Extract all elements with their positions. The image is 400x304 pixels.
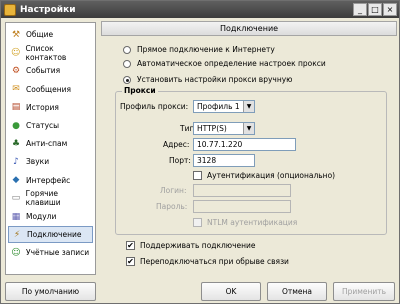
events-icon: ⚙ bbox=[11, 65, 21, 76]
accounts-icon: ☺ bbox=[11, 247, 21, 258]
sidebar-item-sound[interactable]: ♪ Звуки bbox=[8, 153, 93, 170]
connection-icon: ⚡ bbox=[13, 229, 21, 240]
sidebar-item-hotkeys[interactable]: ▭ Горячие клавиши bbox=[8, 189, 93, 208]
sidebar-item-messages[interactable]: ✉ Сообщения bbox=[8, 81, 93, 98]
ntlm-checkbox[interactable] bbox=[193, 218, 202, 227]
ok-button[interactable]: OK bbox=[201, 282, 261, 301]
settings-sidebar: ⚒ Общие ☺ Список контактов ⚙ События ✉ Сообщени… bbox=[5, 22, 96, 275]
sidebar-item-label: Модули bbox=[26, 212, 57, 221]
login-label: Логин: bbox=[160, 186, 187, 195]
auth-label: Аутентификация (опционально) bbox=[207, 171, 336, 180]
minimize-button[interactable]: _ bbox=[353, 3, 367, 16]
sidebar-item-label: Статусы bbox=[26, 121, 60, 130]
modules-icon: ▦ bbox=[11, 211, 21, 222]
sidebar-item-label: История bbox=[26, 102, 59, 112]
direct-connection-radio[interactable] bbox=[123, 45, 131, 54]
sidebar-item-label: Учётные записи bbox=[26, 248, 90, 258]
title-bar[interactable]: Настройки _ □ × bbox=[1, 1, 399, 18]
login-input[interactable] bbox=[193, 184, 291, 197]
defaults-button[interactable]: По умолчанию bbox=[5, 282, 96, 301]
sidebar-item-label: Сообщения bbox=[26, 84, 72, 94]
page-title: Подключение bbox=[101, 21, 397, 36]
window-controls: _ □ × bbox=[353, 3, 397, 16]
auto-proxy-radio[interactable] bbox=[123, 59, 131, 68]
auto-proxy-label: Автоматическое определение настроек прок… bbox=[137, 59, 326, 68]
app-icon bbox=[4, 3, 16, 16]
apply-button[interactable]: Применить bbox=[333, 282, 395, 301]
sound-icon: ♪ bbox=[13, 156, 19, 167]
reconnect-label: Переподключаться при обрыве связи bbox=[140, 257, 289, 266]
cancel-button[interactable]: Отмена bbox=[267, 282, 327, 301]
sidebar-item-history[interactable]: ▤ История bbox=[8, 99, 93, 116]
direct-connection-label: Прямое подключение к Интернету bbox=[137, 45, 275, 54]
manual-proxy-label: Установить настройки прокси вручную bbox=[137, 75, 293, 84]
manual-proxy-radio[interactable] bbox=[123, 75, 131, 84]
sidebar-item-label: Звуки bbox=[26, 157, 50, 167]
sidebar-item-contacts[interactable]: ☺ Список контактов bbox=[8, 43, 93, 62]
keep-alive-label: Поддерживать подключение bbox=[140, 241, 256, 250]
sidebar-item-events[interactable]: ⚙ События bbox=[8, 62, 93, 79]
interface-icon: ◆ bbox=[12, 175, 20, 186]
history-icon: ▤ bbox=[11, 102, 21, 113]
address-input[interactable]: 10.77.1.220 bbox=[193, 138, 296, 151]
chevron-down-icon[interactable]: ▼ bbox=[243, 101, 254, 112]
sidebar-item-connection[interactable]: ⚡ Подключение bbox=[8, 226, 93, 244]
sidebar-item-label: Общие bbox=[26, 30, 54, 39]
proxy-profile-label: Профиль прокси: bbox=[120, 102, 189, 111]
settings-window: Настройки _ □ × ⚒ Общие ☺ Список контактов ⚙… bbox=[0, 0, 400, 304]
auth-checkbox[interactable] bbox=[193, 171, 202, 180]
reconnect-option[interactable]: ✔ Переподключаться при обрыве связи bbox=[126, 257, 289, 266]
sidebar-item-modules[interactable]: ▦ Модули bbox=[8, 208, 93, 225]
keep-alive-option[interactable]: ✔ Поддерживать подключение bbox=[126, 241, 256, 250]
contacts-icon: ☺ bbox=[11, 47, 21, 58]
reconnect-checkbox[interactable]: ✔ bbox=[126, 257, 135, 266]
proxy-type-select[interactable]: HTTP(S) ▼ bbox=[193, 122, 255, 135]
keep-alive-checkbox[interactable]: ✔ bbox=[126, 241, 135, 250]
proxy-group-label: Прокси bbox=[122, 86, 158, 95]
proxy-type-value: HTTP(S) bbox=[197, 124, 227, 133]
antispam-icon: ♣ bbox=[11, 138, 21, 149]
port-label: Порт: bbox=[169, 156, 191, 165]
address-label: Адрес: bbox=[163, 140, 190, 149]
sidebar-item-antispam[interactable]: ♣ Анти-спам bbox=[8, 135, 93, 152]
sidebar-item-label: Анти-спам bbox=[26, 139, 68, 149]
messages-icon: ✉ bbox=[12, 84, 20, 95]
auth-option[interactable]: Аутентификация (опционально) bbox=[193, 171, 335, 180]
port-input[interactable]: 3128 bbox=[193, 154, 255, 167]
direct-connection-option[interactable]: Прямое подключение к Интернету bbox=[123, 45, 275, 54]
sidebar-item-status[interactable]: ● Статусы bbox=[8, 117, 93, 134]
sidebar-item-label: Интерфейс bbox=[26, 175, 71, 185]
sidebar-item-label: Список контактов bbox=[25, 43, 67, 62]
sidebar-item-label: События bbox=[26, 66, 61, 76]
proxy-profile-select[interactable]: Профиль 1 ▼ bbox=[193, 100, 255, 113]
sidebar-item-interface[interactable]: ◆ Интерфейс bbox=[8, 172, 93, 189]
tools-icon: ⚒ bbox=[11, 29, 21, 40]
sidebar-item-accounts[interactable]: ☺ Учётные записи bbox=[8, 244, 93, 261]
sidebar-item-label: Горячие клавиши bbox=[25, 189, 61, 208]
maximize-button[interactable]: □ bbox=[368, 3, 382, 16]
auto-proxy-option[interactable]: Автоматическое определение настроек прок… bbox=[123, 59, 326, 68]
password-input[interactable] bbox=[193, 200, 291, 213]
manual-proxy-option[interactable]: Установить настройки прокси вручную bbox=[123, 75, 293, 84]
sidebar-item-label: Подключение bbox=[27, 230, 82, 240]
password-label: Пароль: bbox=[156, 202, 188, 211]
chevron-down-icon[interactable]: ▼ bbox=[243, 123, 254, 134]
window-title: Настройки bbox=[20, 4, 76, 15]
ntlm-label: NTLM аутентификация bbox=[207, 218, 298, 227]
status-icon: ● bbox=[12, 120, 20, 131]
proxy-group: Прокси Профиль прокси: Профиль 1 ▼ Тип: … bbox=[115, 86, 387, 235]
close-button[interactable]: × bbox=[383, 3, 397, 16]
hotkeys-icon: ▭ bbox=[11, 193, 21, 204]
ntlm-option[interactable]: NTLM аутентификация bbox=[193, 218, 297, 227]
proxy-profile-value: Профиль 1 bbox=[197, 102, 240, 111]
connection-panel: Прямое подключение к Интернету Автоматич… bbox=[101, 38, 397, 275]
sidebar-item-tools[interactable]: ⚒ Общие bbox=[8, 26, 93, 43]
